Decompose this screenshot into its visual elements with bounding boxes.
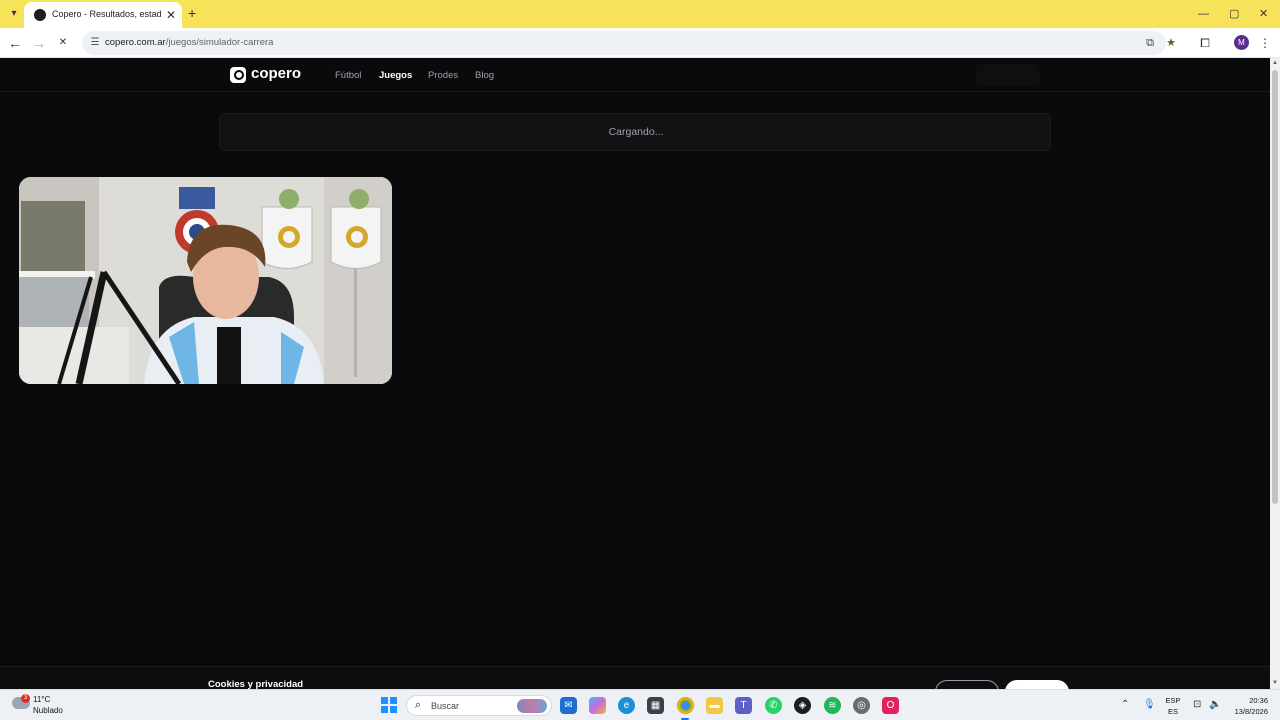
forward-button[interactable]: → bbox=[30, 34, 48, 52]
outlook-icon[interactable]: ✉ bbox=[560, 697, 577, 714]
tune-icon[interactable]: ☰ bbox=[88, 36, 102, 50]
capcut-icon[interactable]: ◈ bbox=[794, 697, 811, 714]
install-app-icon[interactable]: ⧉ bbox=[1142, 35, 1158, 51]
copero-favicon-icon bbox=[34, 9, 46, 21]
maximize-button[interactable]: ▢ bbox=[1229, 6, 1239, 22]
weather-temperature: 11°C bbox=[33, 695, 51, 704]
kebab-menu-icon[interactable]: ⋮ bbox=[1256, 34, 1274, 52]
file-explorer-icon[interactable]: ▬ bbox=[706, 697, 723, 714]
webcam-feed-image bbox=[19, 177, 392, 384]
page-scrollbar[interactable]: ▲ ▼ bbox=[1270, 58, 1280, 689]
clock-date[interactable]: 13/8/2026 bbox=[1222, 707, 1268, 716]
spotify-icon[interactable]: ≋ bbox=[824, 697, 841, 714]
volume-icon[interactable]: 🔈 bbox=[1209, 699, 1221, 710]
site-header: copero Fútbol Juegos Prodes Blog bbox=[0, 58, 1270, 92]
star-icon[interactable]: ★ bbox=[1163, 35, 1179, 51]
taskbar-search-input[interactable]: ⌕ Buscar bbox=[406, 695, 552, 716]
scroll-down-icon[interactable]: ▼ bbox=[1271, 680, 1279, 686]
whatsapp-icon[interactable]: ✆ bbox=[765, 697, 782, 714]
nav-link-juegos[interactable]: Juegos bbox=[379, 70, 412, 81]
windows-taskbar: 3 11°C Nublado ⌕ Buscar ✉ e ▦ ▬ T ✆ ◈ ≋ … bbox=[0, 689, 1280, 720]
url-text[interactable]: copero.com.ar/juegos/simulador-carrera bbox=[105, 37, 273, 48]
back-button[interactable]: ← bbox=[6, 34, 24, 52]
search-icon: ⌕ bbox=[415, 699, 422, 711]
cookie-accept-button[interactable] bbox=[1005, 680, 1069, 689]
clock-time[interactable]: 20:36 bbox=[1228, 696, 1268, 705]
header-account-placeholder[interactable] bbox=[976, 64, 1040, 86]
edge-icon[interactable]: e bbox=[618, 697, 635, 714]
search-highlight-image bbox=[517, 699, 547, 713]
weather-description: Nublado bbox=[33, 706, 63, 715]
cookie-banner: Cookies y privacidad bbox=[0, 666, 1270, 689]
tab-close-icon[interactable]: ✕ bbox=[166, 7, 176, 23]
tab-title: Copero - Resultados, estadísticas bbox=[52, 9, 162, 19]
network-icon[interactable]: ⊡ bbox=[1193, 699, 1201, 710]
profile-avatar[interactable]: M bbox=[1234, 35, 1249, 50]
cookie-reject-button[interactable] bbox=[935, 680, 999, 689]
search-placeholder: Buscar bbox=[431, 701, 460, 711]
scroll-thumb[interactable] bbox=[1272, 70, 1278, 504]
stop-loading-button[interactable]: ✕ bbox=[54, 34, 72, 52]
opera-icon[interactable]: O bbox=[882, 697, 899, 714]
language-bottom[interactable]: ES bbox=[1164, 707, 1182, 716]
url-host: copero.com.ar bbox=[105, 37, 166, 48]
puzzle-icon[interactable]: ⧠ bbox=[1196, 34, 1214, 52]
close-window-button[interactable]: ✕ bbox=[1259, 6, 1268, 22]
obs-icon[interactable]: ◎ bbox=[853, 697, 870, 714]
scroll-up-icon[interactable]: ▲ bbox=[1271, 60, 1279, 66]
nav-link-prodes[interactable]: Prodes bbox=[428, 70, 458, 81]
weather-badge: 3 bbox=[21, 694, 30, 703]
minimize-button[interactable]: — bbox=[1198, 6, 1209, 22]
loading-text: Cargando... bbox=[608, 126, 664, 138]
copilot-icon[interactable] bbox=[589, 697, 606, 714]
microphone-icon[interactable]: 🎙 bbox=[1143, 699, 1156, 710]
logo-text: copero bbox=[251, 65, 302, 82]
store-icon[interactable]: ▦ bbox=[647, 697, 664, 714]
tab-strip: ▾ Copero - Resultados, estadísticas ✕ + … bbox=[0, 0, 1280, 28]
url-path: /juegos/simulador-carrera bbox=[165, 37, 274, 48]
new-tab-button[interactable]: + bbox=[188, 5, 196, 21]
nav-link-blog[interactable]: Blog bbox=[475, 70, 494, 81]
windows-start-icon[interactable] bbox=[381, 697, 397, 713]
language-top[interactable]: ESP bbox=[1164, 696, 1182, 705]
webcam-overlay bbox=[19, 177, 392, 384]
address-bar[interactable]: ☰ copero.com.ar/juegos/simulador-carrera… bbox=[82, 31, 1176, 55]
teams-icon[interactable]: T bbox=[735, 697, 752, 714]
nav-link-futbol[interactable]: Fútbol bbox=[335, 70, 361, 81]
loading-card: Cargando... bbox=[219, 113, 1051, 151]
tray-overflow-chevron-icon[interactable]: ⌃ bbox=[1121, 699, 1129, 710]
chrome-icon[interactable] bbox=[677, 697, 694, 714]
browser-toolbar: ← → ✕ ☰ copero.com.ar/juegos/simulador-c… bbox=[0, 28, 1280, 58]
tab-copero[interactable]: Copero - Resultados, estadísticas ✕ bbox=[24, 2, 182, 28]
copero-logo-icon bbox=[230, 67, 246, 83]
cookie-banner-title: Cookies y privacidad bbox=[208, 679, 304, 689]
tab-search-chevron-icon[interactable]: ▾ bbox=[6, 6, 22, 22]
